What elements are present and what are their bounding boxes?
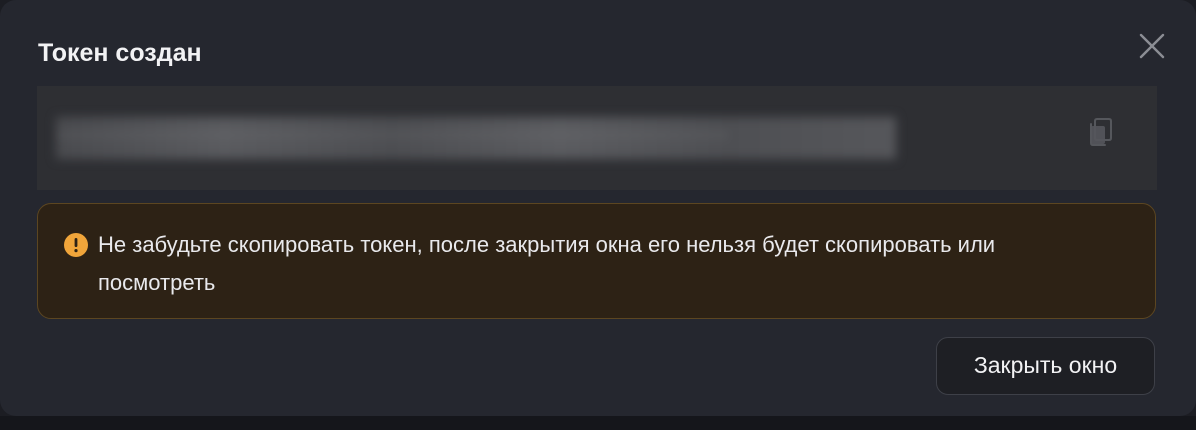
copy-token-button[interactable] <box>1084 115 1118 149</box>
copy-icon <box>1090 118 1112 146</box>
close-window-button[interactable]: Закрыть окно <box>936 337 1155 395</box>
page-backdrop <box>0 416 1196 430</box>
token-value[interactable]: ••••••••••••••••••••••••••••••••••••••••… <box>56 117 896 159</box>
close-dialog-button[interactable] <box>1132 26 1172 66</box>
exclamation-circle-icon <box>64 233 88 257</box>
token-created-dialog: Токен создан •••••••••••••••••••••••••••… <box>0 0 1196 416</box>
dialog-title: Токен создан <box>38 39 202 67</box>
warning-text: Не забудьте скопировать токен, после зак… <box>98 232 996 295</box>
close-icon <box>1139 33 1165 59</box>
warning-alert: Не забудьте скопировать токен, после зак… <box>37 203 1156 319</box>
token-field: ••••••••••••••••••••••••••••••••••••••••… <box>37 86 1157 190</box>
